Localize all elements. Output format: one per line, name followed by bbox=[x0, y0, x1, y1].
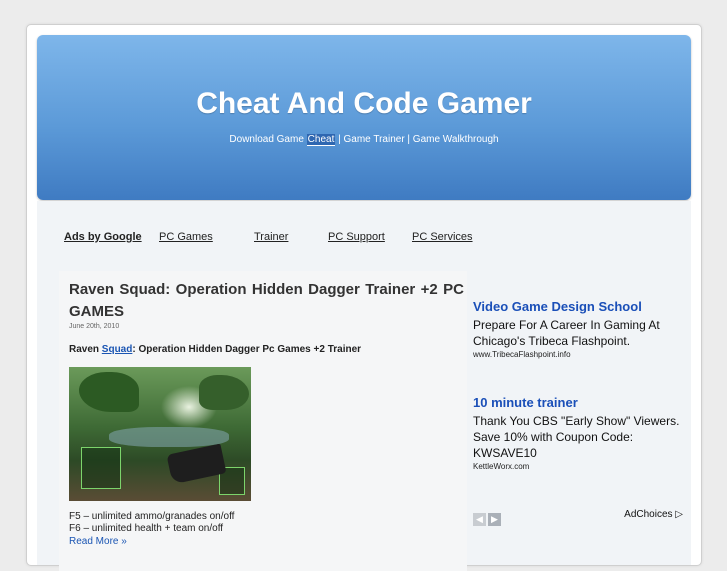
ad-link-pc-games[interactable]: PC Games bbox=[159, 231, 213, 243]
ad-pager: ◀ ▶ bbox=[473, 509, 503, 527]
ad-text: Thank You CBS "Early Show" Viewers. Save… bbox=[473, 414, 680, 460]
post-subtitle-prefix: Raven bbox=[69, 344, 102, 355]
post-subtitle-suffix: : Operation Hidden Dagger Pc Games +2 Tr… bbox=[132, 344, 362, 355]
site-header: Cheat And Code Gamer Download Game Cheat… bbox=[37, 35, 691, 200]
tagline-keyword-link[interactable]: Cheat bbox=[306, 134, 336, 146]
tagline-prefix: Download Game bbox=[229, 134, 307, 145]
site-tagline: Download Game Cheat | Game Trainer | Gam… bbox=[37, 134, 691, 146]
site-title[interactable]: Cheat And Code Gamer bbox=[37, 87, 691, 121]
ad-title[interactable]: 10 minute trainer bbox=[473, 395, 687, 410]
ad-title[interactable]: Video Game Design School bbox=[473, 299, 687, 314]
ad-link-bar: Ads by Google PC Games Trainer PC Suppor… bbox=[37, 231, 691, 247]
ad-url[interactable]: www.TribecaFlashpoint.info bbox=[473, 350, 687, 359]
sidebar-ads: Video Game Design School Prepare For A C… bbox=[473, 271, 687, 561]
page-container: Cheat And Code Gamer Download Game Cheat… bbox=[26, 24, 702, 571]
post-date: June 20th, 2010 bbox=[69, 323, 120, 330]
tagline-suffix: | Game Trainer | Game Walkthrough bbox=[335, 134, 499, 145]
post-subtitle: Raven Squad: Operation Hidden Dagger Pc … bbox=[69, 344, 361, 355]
post-subtitle-keyword-link[interactable]: Squad bbox=[102, 344, 133, 355]
prev-arrow-icon[interactable]: ◀ bbox=[473, 513, 486, 526]
read-more-link[interactable]: Read More » bbox=[69, 536, 127, 547]
adchoices-link[interactable]: AdChoices ▷ bbox=[624, 509, 683, 520]
sidebar-ad[interactable]: 10 minute trainer Thank You CBS "Early S… bbox=[473, 395, 687, 471]
cheat-line: F5 – unlimited ammo/granades on/off bbox=[69, 511, 235, 522]
post-title[interactable]: Raven Squad: Operation Hidden Dagger Tra… bbox=[69, 279, 464, 323]
ad-link-trainer[interactable]: Trainer bbox=[254, 231, 288, 243]
game-screenshot-image bbox=[69, 367, 251, 501]
ad-link-pc-services[interactable]: PC Services bbox=[412, 231, 473, 243]
cheat-line: F6 – unlimited health + team on/off bbox=[69, 523, 224, 534]
ad-text: Prepare For A Career In Gaming At Chicag… bbox=[473, 318, 660, 348]
sidebar-ad[interactable]: Video Game Design School Prepare For A C… bbox=[473, 299, 687, 359]
next-arrow-icon[interactable]: ▶ bbox=[488, 513, 501, 526]
content-band: Ads by Google PC Games Trainer PC Suppor… bbox=[37, 201, 691, 571]
post-cheat-list: F5 – unlimited ammo/granades on/off F6 –… bbox=[69, 511, 234, 535]
ads-by-google-label[interactable]: Ads by Google bbox=[64, 231, 142, 243]
ad-url[interactable]: KettleWorx.com bbox=[473, 462, 687, 471]
post-entry: Raven Squad: Operation Hidden Dagger Tra… bbox=[59, 271, 467, 571]
ad-link-pc-support[interactable]: PC Support bbox=[328, 231, 385, 243]
